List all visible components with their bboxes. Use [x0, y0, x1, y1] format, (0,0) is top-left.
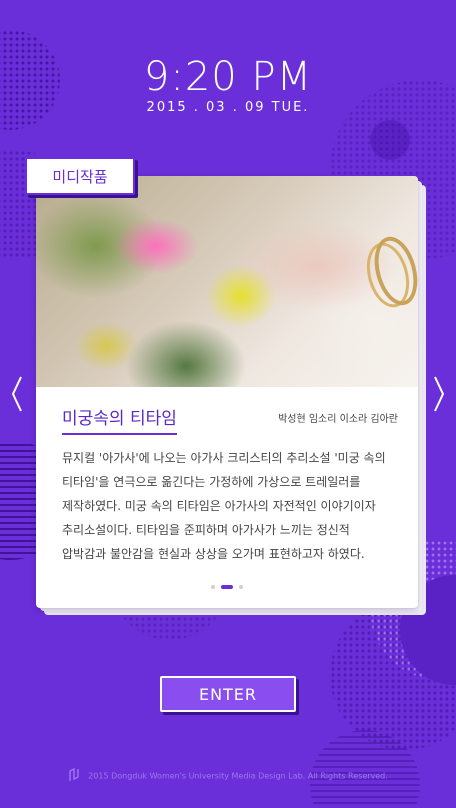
page-indicator: [36, 585, 418, 589]
copyright-text: 2015 Dongduk Women's University Media De…: [88, 771, 388, 781]
category-tag: 미디작품: [25, 157, 135, 195]
description-line: 제작하였다. 미궁 속의 티타임은 아가사의 자전적인 이야기이자: [62, 499, 376, 513]
clock-time: 9:20 PM: [143, 54, 313, 100]
chevron-right-icon: [434, 376, 445, 412]
work-authors: 박성현 임소리 이소라 김아란: [278, 414, 398, 425]
description-line: 추리소설이다. 티타임을 준피하며 아가사가 느끼는 정신적: [62, 523, 350, 537]
footer: 2015 Dongduk Women's University Media De…: [0, 767, 456, 784]
chevron-left-icon: [11, 376, 22, 412]
page-dot[interactable]: [211, 585, 215, 589]
description-line: 티타임'을 연극으로 옮긴다는 가정하에 가상으로 트레일러를: [62, 475, 361, 489]
work-card[interactable]: 미궁속의 티타임 박성현 임소리 이소라 김아란 뮤지컬 '아가사'에 나오는 …: [36, 176, 418, 608]
description-line: 압박감과 불안감을 현실과 상상을 오가며 표현하고자 하였다.: [62, 547, 365, 561]
work-description: 뮤지컬 '아가사'에 나오는 아가사 크리스티의 추리소설 '미궁 속의 티타임…: [62, 446, 400, 566]
enter-button[interactable]: ENTER: [160, 676, 296, 712]
next-button[interactable]: [432, 374, 446, 414]
work-title[interactable]: 미궁속의 티타임: [62, 404, 177, 435]
lab-logo-icon: [68, 767, 80, 784]
page-dot[interactable]: [239, 585, 243, 589]
clock-date: 2015 . 03 . 09 TUE.: [146, 100, 310, 115]
description-line: 뮤지컬 '아가사'에 나오는 아가사 크리스티의 추리소설 '미궁 속의: [62, 451, 386, 465]
prev-button[interactable]: [10, 374, 24, 414]
page-dot-active[interactable]: [221, 585, 233, 589]
work-thumbnail-image[interactable]: [36, 176, 418, 387]
